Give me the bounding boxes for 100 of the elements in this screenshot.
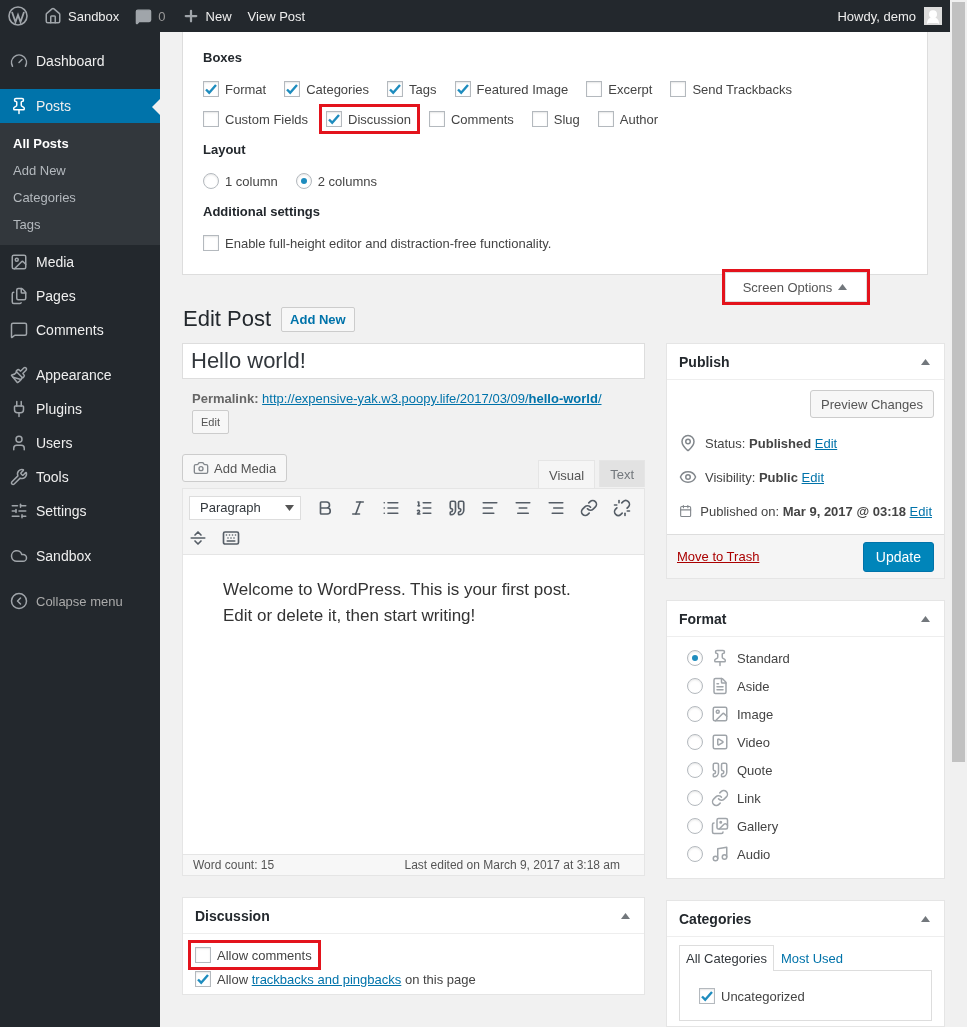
comments-link[interactable]: 0 bbox=[135, 7, 166, 25]
quote-icon[interactable] bbox=[448, 498, 466, 517]
submenu-item[interactable]: All Posts bbox=[0, 130, 160, 157]
checkbox[interactable] bbox=[428, 111, 445, 127]
checkbox[interactable] bbox=[203, 81, 219, 97]
option-label[interactable]: Tags bbox=[380, 74, 446, 104]
menu-item[interactable]: Media bbox=[0, 245, 160, 279]
menu-item[interactable]: Users bbox=[0, 426, 160, 460]
option-label[interactable]: Excerpt bbox=[579, 74, 662, 104]
checkbox[interactable] bbox=[203, 235, 219, 251]
format-option[interactable]: Link bbox=[679, 784, 932, 812]
add-media-button[interactable]: Add Media bbox=[182, 454, 288, 482]
format-option[interactable]: Standard bbox=[679, 644, 932, 672]
preview-changes-button[interactable]: Preview Changes bbox=[810, 390, 934, 418]
radio-button[interactable] bbox=[687, 790, 703, 806]
option-label[interactable]: Send Trackbacks bbox=[663, 74, 802, 104]
new-link[interactable]: New bbox=[181, 7, 232, 25]
format-option[interactable]: Video bbox=[679, 728, 932, 756]
option-label[interactable]: 1 column bbox=[196, 166, 287, 196]
format-option[interactable]: Aside bbox=[679, 672, 932, 700]
radio-button[interactable] bbox=[687, 762, 703, 778]
checkbox[interactable] bbox=[597, 111, 614, 127]
option-label[interactable]: Discussion bbox=[319, 104, 420, 134]
editor-area[interactable]: Welcome to WordPress. This is your first post. Edit or delete it, then start writing! bbox=[182, 555, 645, 855]
option-label[interactable]: Enable full-height editor and distraction-free functionality. bbox=[196, 228, 561, 258]
menu-item[interactable]: Tools bbox=[0, 460, 160, 494]
radio-button[interactable] bbox=[687, 818, 703, 834]
edit-link[interactable]: Edit bbox=[814, 435, 838, 451]
editor-tab[interactable]: Visual bbox=[537, 460, 596, 489]
category-tab[interactable]: Most Used bbox=[773, 945, 851, 971]
wordpress-logo-icon[interactable] bbox=[8, 6, 28, 26]
checkbox[interactable] bbox=[586, 81, 603, 97]
menu-item[interactable]: Posts bbox=[0, 89, 160, 123]
menu-item[interactable]: Pages bbox=[0, 279, 160, 313]
format-option[interactable]: Quote bbox=[679, 756, 932, 784]
menu-item[interactable]: Sandbox bbox=[0, 539, 160, 573]
edit-link[interactable]: Edit bbox=[801, 469, 824, 485]
permalink-link[interactable]: http://expensive-yak.w3.poopy.life/2017/03/09/hello-world/ bbox=[262, 391, 602, 406]
checkbox[interactable] bbox=[195, 971, 211, 987]
read-more-icon[interactable] bbox=[189, 529, 207, 548]
menu-item[interactable]: Dashboard bbox=[0, 44, 160, 78]
radio-button[interactable] bbox=[687, 650, 703, 666]
edit-link[interactable]: Edit bbox=[909, 503, 932, 519]
checkbox[interactable] bbox=[326, 111, 343, 127]
radio-button[interactable] bbox=[687, 706, 703, 722]
category-option[interactable]: Uncategorized bbox=[692, 983, 919, 1009]
checkbox[interactable] bbox=[699, 988, 715, 1004]
move-to-trash-link[interactable]: Move to Trash bbox=[677, 549, 760, 564]
collapse-arrow-icon[interactable] bbox=[838, 284, 848, 290]
collapse-arrow-icon[interactable] bbox=[921, 615, 930, 622]
category-tab[interactable]: All Categories bbox=[679, 945, 774, 971]
format-option[interactable]: Image bbox=[679, 700, 932, 728]
submenu-item[interactable]: Tags bbox=[0, 211, 160, 238]
edit-slug-button[interactable]: Edit bbox=[192, 410, 229, 434]
menu-item[interactable]: Appearance bbox=[0, 358, 160, 392]
checkbox[interactable] bbox=[284, 81, 301, 97]
format-option[interactable]: Audio bbox=[679, 840, 932, 868]
format-select[interactable]: Paragraph bbox=[189, 495, 301, 520]
link-icon[interactable] bbox=[580, 498, 598, 517]
collapse-arrow-icon[interactable] bbox=[621, 912, 630, 919]
radio-button[interactable] bbox=[295, 173, 312, 189]
title-field[interactable]: Hello world! bbox=[182, 343, 645, 379]
account-menu[interactable]: Howdy, demo bbox=[837, 7, 942, 25]
checkbox[interactable] bbox=[531, 111, 548, 127]
collapse-menu-link[interactable]: Collapse menu bbox=[0, 584, 160, 618]
option-label[interactable]: Featured Image bbox=[447, 74, 578, 104]
collapse-arrow-icon[interactable] bbox=[921, 915, 930, 922]
radio-button[interactable] bbox=[687, 678, 703, 694]
submenu-item[interactable]: Add New bbox=[0, 157, 160, 184]
menu-item[interactable]: Settings bbox=[0, 494, 160, 528]
option-label[interactable]: Custom Fields bbox=[196, 104, 318, 134]
keyboard-icon[interactable] bbox=[222, 529, 240, 548]
checkbox[interactable] bbox=[387, 81, 404, 97]
option-label[interactable]: 2 columns bbox=[288, 166, 386, 196]
option-label[interactable]: Slug bbox=[524, 104, 589, 134]
add-new-button[interactable]: Add New bbox=[281, 306, 355, 332]
editor-tab[interactable]: Text bbox=[599, 460, 645, 487]
radio-button[interactable] bbox=[687, 846, 703, 862]
checkbox[interactable] bbox=[203, 111, 219, 127]
option-label[interactable]: Categories bbox=[277, 74, 379, 104]
view-post-link[interactable]: View Post bbox=[247, 8, 306, 24]
checkbox[interactable] bbox=[670, 81, 687, 97]
checkbox[interactable] bbox=[454, 81, 471, 97]
update-button[interactable]: Update bbox=[862, 541, 934, 572]
option-label[interactable]: Format bbox=[196, 74, 276, 104]
italic-icon[interactable] bbox=[349, 498, 367, 517]
unlink-icon[interactable] bbox=[613, 498, 631, 517]
menu-item[interactable]: Comments bbox=[0, 313, 160, 347]
submenu-item[interactable]: Categories bbox=[0, 184, 160, 211]
collapse-arrow-icon[interactable] bbox=[921, 358, 930, 365]
checkbox[interactable] bbox=[195, 947, 211, 963]
option-label[interactable]: Author bbox=[590, 104, 668, 134]
screen-options-button[interactable]: Screen Options bbox=[722, 269, 870, 305]
discussion-option[interactable]: Allow comments bbox=[188, 940, 321, 970]
trackbacks-link[interactable]: trackbacks and pingbacks bbox=[251, 971, 402, 987]
option-label[interactable]: Comments bbox=[421, 104, 523, 134]
numbered-list-icon[interactable] bbox=[415, 498, 433, 517]
site-link[interactable]: Sandbox bbox=[44, 7, 120, 25]
format-option[interactable]: Gallery bbox=[679, 812, 932, 840]
menu-item[interactable]: Plugins bbox=[0, 392, 160, 426]
